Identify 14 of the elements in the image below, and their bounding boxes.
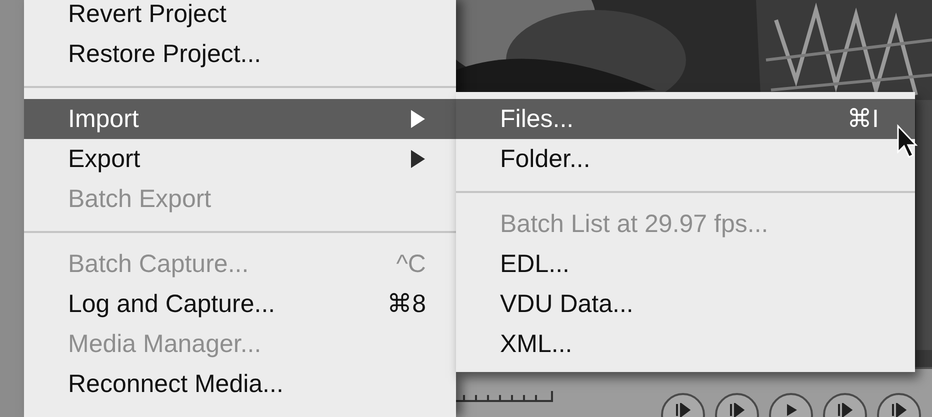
menu-item[interactable]: Restore Project...: [24, 34, 456, 74]
menu-item[interactable]: Import: [24, 99, 456, 139]
submenu-arrow-icon: [410, 109, 426, 129]
menu-item[interactable]: Folder...: [456, 139, 915, 179]
menu-item[interactable]: Revert Project: [24, 0, 456, 34]
submenu-arrow-icon: [410, 149, 426, 169]
menu-item[interactable]: Export: [24, 139, 456, 179]
menu-item[interactable]: VDU Data...: [456, 284, 915, 324]
menu-item[interactable]: Log and Capture... ⌘8: [24, 284, 456, 324]
menu-item[interactable]: Reconnect Media...: [24, 364, 456, 404]
menu-item[interactable]: XML...: [456, 324, 915, 364]
menu-item[interactable]: Files... ⌘I: [456, 99, 915, 139]
menu-item[interactable]: EDL...: [456, 244, 915, 284]
pointer-icon: [896, 124, 918, 160]
